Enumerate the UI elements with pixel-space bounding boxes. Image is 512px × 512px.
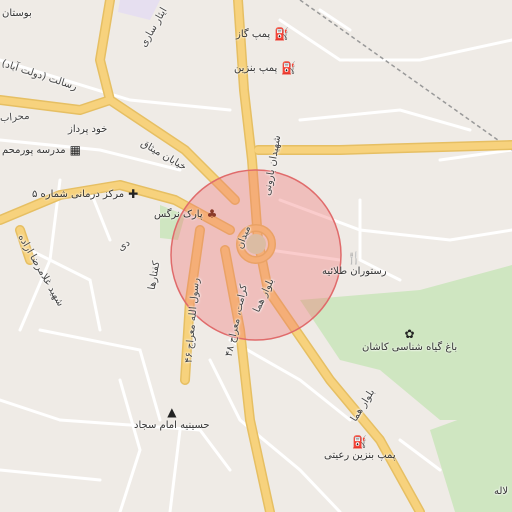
school-icon: ▦ bbox=[69, 143, 81, 157]
poi-restoran-label: رستوران طلائیه bbox=[322, 266, 387, 277]
poi-hosseinie-label: حسینیه امام سجاد bbox=[134, 420, 210, 431]
poi-restoran[interactable]: 🍴 رستوران طلائیه bbox=[322, 252, 387, 277]
fuel-icon: ⛽ bbox=[281, 61, 297, 75]
place-label-bostan: بوستان bbox=[2, 8, 32, 19]
poi-markaz-label: مرکز درمانی شماره ۵ bbox=[32, 188, 125, 200]
mosque-icon: ▲ bbox=[167, 405, 177, 419]
poi-pump-benzin[interactable]: ⛽ پمپ بنزین bbox=[234, 62, 296, 74]
poi-markaz[interactable]: ✚ مرکز درمانی شماره ۵ bbox=[32, 188, 138, 200]
poi-bagh-label: باغ گیاه شناسی کاشان bbox=[362, 342, 458, 353]
railway-line bbox=[299, 0, 512, 151]
poi-madrese[interactable]: ▦ مدرسه پورمحم bbox=[2, 144, 81, 156]
poi-hosseinie[interactable]: ▲ حسینیه امام سجاد bbox=[134, 406, 210, 431]
restaurant-icon: 🍴 bbox=[346, 251, 362, 265]
poi-pump-reyni[interactable]: ⛽ پمپ بنزین رعیتی bbox=[324, 436, 396, 461]
poi-pump-gas-label: پمپ گاز bbox=[236, 28, 271, 40]
park-tree-icon: ♣ bbox=[206, 207, 218, 221]
poi-pump-reyni-label: پمپ بنزین رعیتی bbox=[324, 450, 396, 461]
map-base bbox=[0, 0, 512, 512]
fuel-icon: ⛽ bbox=[274, 27, 290, 41]
place-label-khod-pardaz: خود پرداز bbox=[68, 124, 108, 135]
fuel-icon: ⛽ bbox=[352, 435, 368, 449]
garden-flower-icon: ✿ bbox=[404, 327, 415, 341]
poi-pump-benzin-label: پمپ بنزین bbox=[234, 62, 278, 74]
hospital-cross-icon: ✚ bbox=[128, 187, 139, 201]
map-canvas[interactable]: شهیدان بارونی بلوار هما بلوار هما میدان … bbox=[0, 0, 512, 512]
place-label-lale: لاله bbox=[494, 486, 509, 497]
poi-madrese-label: مدرسه پورمحم bbox=[2, 144, 66, 156]
poi-bagh[interactable]: ✿ باغ گیاه شناسی کاشان bbox=[362, 328, 457, 353]
poi-pump-gas[interactable]: ⛽ پمپ گاز bbox=[236, 28, 289, 40]
poi-park-narges[interactable]: ♣ پارک نرگس bbox=[154, 208, 217, 220]
poi-park-narges-label: پارک نرگس bbox=[154, 208, 203, 220]
